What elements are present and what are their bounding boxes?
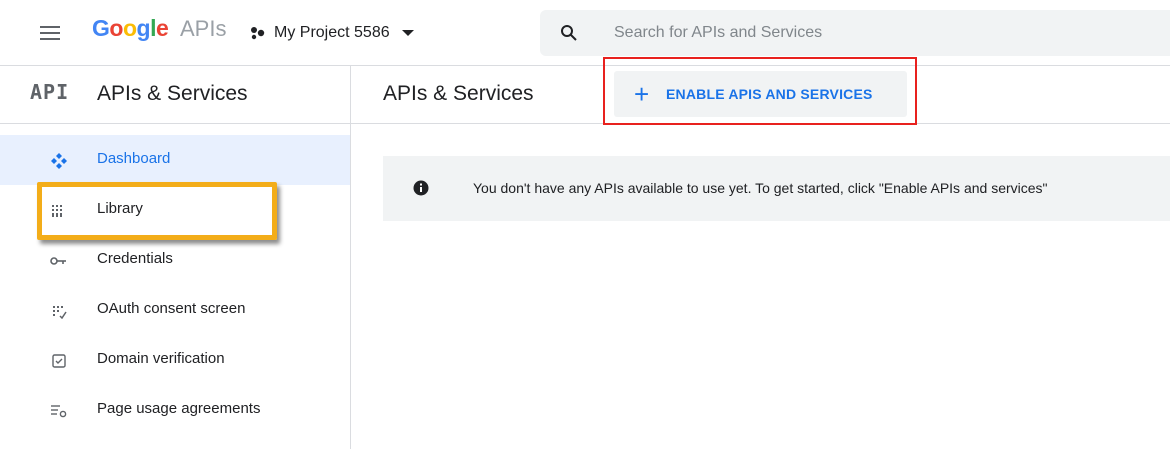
sidebar-item-label: Page usage agreements — [97, 400, 261, 417]
section-title: APIs & Services — [97, 82, 248, 105]
search-bar[interactable] — [540, 10, 1170, 56]
chevron-down-icon — [401, 30, 414, 36]
library-highlight — [37, 182, 277, 240]
domain-check-icon — [48, 350, 70, 372]
search-input[interactable] — [614, 20, 1134, 46]
google-logo[interactable]: Google — [92, 15, 169, 42]
info-icon — [413, 180, 429, 196]
menu-icon[interactable] — [40, 24, 62, 42]
sidebar-item-label: Domain verification — [97, 350, 225, 367]
oauth-icon — [48, 300, 70, 322]
sidebar-divider — [350, 66, 351, 449]
api-badge-icon: API — [30, 80, 70, 104]
key-icon — [48, 250, 70, 272]
sidebar-item-oauth-consent[interactable]: OAuth consent screen — [0, 285, 350, 335]
sidebar-item-label: Credentials — [97, 250, 173, 267]
sidebar-item-label: Dashboard — [97, 150, 171, 167]
top-bar: Google APIs My Project 5586 — [0, 0, 1170, 66]
page-title: APIs & Services — [383, 82, 534, 105]
sidebar-item-credentials[interactable]: Credentials — [0, 235, 350, 285]
apis-logo-text: APIs — [180, 16, 227, 41]
sidebar-item-domain-verification[interactable]: Domain verification — [0, 335, 350, 385]
banner-message: You don't have any APIs available to use… — [473, 180, 1048, 196]
sidebar-item-dashboard[interactable]: Dashboard — [0, 135, 350, 185]
sidebar-item-page-usage-agreements[interactable]: Page usage agreements — [0, 385, 350, 435]
project-selector[interactable]: My Project 5586 — [250, 20, 416, 46]
info-banner: You don't have any APIs available to use… — [383, 156, 1170, 221]
enable-button-highlight — [603, 57, 917, 125]
dashboard-icon — [48, 150, 70, 172]
project-icon — [251, 27, 265, 40]
page-header: API APIs & Services APIs & Services + EN… — [0, 66, 1170, 124]
search-icon[interactable] — [560, 24, 578, 42]
project-name: My Project 5586 — [274, 24, 390, 41]
settings-list-icon — [48, 400, 70, 422]
sidebar-item-label: OAuth consent screen — [97, 300, 246, 317]
